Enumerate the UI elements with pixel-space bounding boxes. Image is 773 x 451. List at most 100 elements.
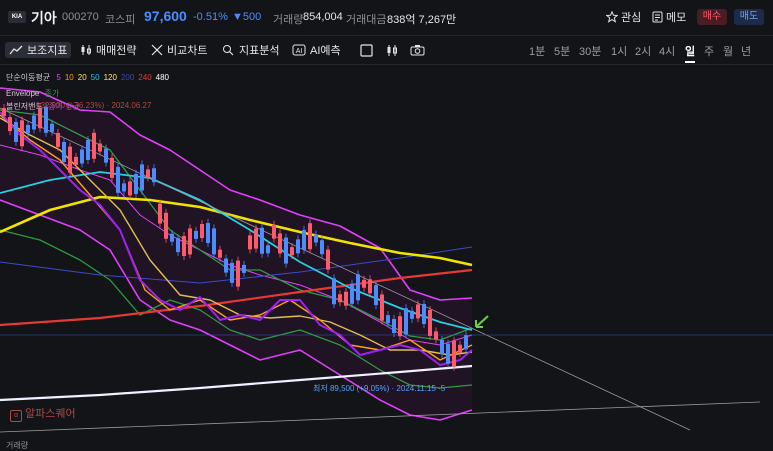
- candle-body: [446, 343, 450, 364]
- candle-body: [236, 260, 240, 287]
- memo-label: 메모: [666, 12, 687, 24]
- sell-button[interactable]: 매도: [734, 9, 764, 25]
- plot-area: [0, 87, 773, 433]
- buy-button[interactable]: 매수: [697, 9, 727, 25]
- change-value: ▼500: [232, 11, 262, 23]
- period-4h[interactable]: 4시: [659, 43, 675, 59]
- amount-value: 838억 7,267만: [387, 14, 457, 26]
- candle-body: [350, 283, 354, 304]
- candle-body: [410, 310, 414, 319]
- volume-pane-label: 거래량: [6, 441, 29, 450]
- period-day[interactable]: 일: [685, 43, 696, 63]
- candle-body: [122, 183, 126, 192]
- candle-body: [260, 227, 264, 254]
- candle-body: [56, 132, 60, 147]
- period-1min[interactable]: 1분: [529, 43, 545, 59]
- ma-period-480[interactable]: 480: [156, 73, 169, 82]
- camera-icon: [410, 45, 425, 56]
- ma-legend-label: 단순이동평균: [6, 73, 51, 82]
- candle-body: [398, 316, 402, 337]
- ma-period-120[interactable]: 120: [104, 73, 117, 82]
- price-chart[interactable]: [0, 64, 773, 434]
- candle-body: [182, 236, 186, 257]
- indicator-button[interactable]: 보조지표: [5, 42, 72, 58]
- candle-body: [62, 141, 66, 162]
- candle-body: [452, 340, 456, 367]
- ma-period-200[interactable]: 200: [121, 73, 134, 82]
- candle-body: [164, 212, 168, 239]
- period-year[interactable]: 년: [741, 43, 751, 59]
- memo-button[interactable]: 메모: [652, 9, 686, 25]
- candle-body: [422, 304, 426, 325]
- ma-period-10[interactable]: 10: [65, 73, 74, 82]
- candle-body: [146, 169, 150, 178]
- candle-body: [440, 339, 444, 354]
- candle-body: [14, 121, 18, 142]
- ma-period-5[interactable]: 5: [56, 73, 60, 82]
- period-5min[interactable]: 5분: [554, 43, 570, 59]
- period-month[interactable]: 월: [723, 43, 733, 59]
- candle-body: [290, 247, 294, 256]
- compare-icon: [151, 44, 163, 56]
- ma-period-20[interactable]: 20: [78, 73, 87, 82]
- candle-body: [212, 228, 216, 255]
- candle-body: [140, 164, 144, 191]
- candle-body: [92, 132, 96, 159]
- candle-body: [32, 115, 36, 130]
- chart-toolbar: 보조지표 매매전략 비교차트 지표분석 AI AI예측 1분 5분 30분 1시…: [0, 35, 773, 65]
- volume-label: 거래량: [273, 14, 304, 26]
- candle-body: [356, 274, 360, 301]
- candle-body: [428, 309, 432, 336]
- period-1h[interactable]: 1시: [611, 43, 627, 59]
- candle-body: [200, 224, 204, 239]
- candle-body: [326, 249, 330, 270]
- stock-name[interactable]: 기아: [31, 8, 57, 28]
- stock-header: KIA 기아 000270 코스피 97,600 -0.51% ▼500 거래량…: [0, 0, 773, 34]
- candle-body: [248, 235, 252, 250]
- candle-body: [416, 304, 420, 319]
- candle-body: [68, 146, 72, 173]
- candle-body: [170, 233, 174, 242]
- candle-body: [242, 264, 246, 273]
- ma-period-240[interactable]: 240: [138, 73, 151, 82]
- screenshot-button[interactable]: [410, 42, 425, 58]
- candle-body: [188, 228, 192, 255]
- candle-body: [86, 139, 90, 160]
- period-week[interactable]: 주: [704, 43, 714, 59]
- candle-body: [338, 294, 342, 303]
- candle-body: [374, 285, 378, 306]
- compare-button[interactable]: 비교차트: [151, 42, 207, 58]
- current-price: 97,600: [144, 8, 187, 24]
- ai-predict-button[interactable]: AI AI예측: [292, 42, 341, 58]
- candle-type-button[interactable]: [385, 42, 399, 58]
- watch-button[interactable]: 관심: [606, 9, 641, 25]
- candle-body: [26, 124, 30, 133]
- candle-body: [458, 344, 462, 353]
- candle-body: [176, 238, 180, 253]
- ai-icon: AI: [292, 44, 306, 56]
- high-annotation: 132,900 (+36.23%) · 2024.06.27: [36, 101, 152, 110]
- square-icon: [360, 43, 373, 57]
- candle-body: [110, 157, 114, 178]
- signal-arrow-icon: [475, 315, 489, 328]
- period-30min[interactable]: 30분: [579, 43, 601, 59]
- trendline-up: [0, 401, 761, 433]
- analysis-label: 지표분석: [239, 45, 280, 57]
- candle-body: [314, 234, 318, 243]
- volume-value: 854,004: [303, 11, 343, 23]
- line-chart-icon: [9, 45, 23, 55]
- analysis-button[interactable]: 지표분석: [222, 42, 279, 58]
- candle-body: [308, 223, 312, 250]
- ma-legend[interactable]: 단순이동평균 5 10 20 50 120 200 240 480: [6, 72, 169, 83]
- envelope-legend[interactable]: Envelope 종가: [6, 88, 59, 99]
- strategy-label: 매매전략: [96, 45, 137, 57]
- strategy-button[interactable]: 매매전략: [80, 42, 136, 58]
- period-2h[interactable]: 2시: [635, 43, 651, 59]
- ma-period-50[interactable]: 50: [91, 73, 100, 82]
- trendline-down: [0, 107, 691, 431]
- compare-label: 비교차트: [167, 45, 208, 57]
- candle-body: [380, 294, 384, 321]
- square-tool-button[interactable]: [360, 42, 373, 58]
- watch-label: 관심: [621, 12, 642, 24]
- indicator-label: 보조지표: [27, 45, 68, 57]
